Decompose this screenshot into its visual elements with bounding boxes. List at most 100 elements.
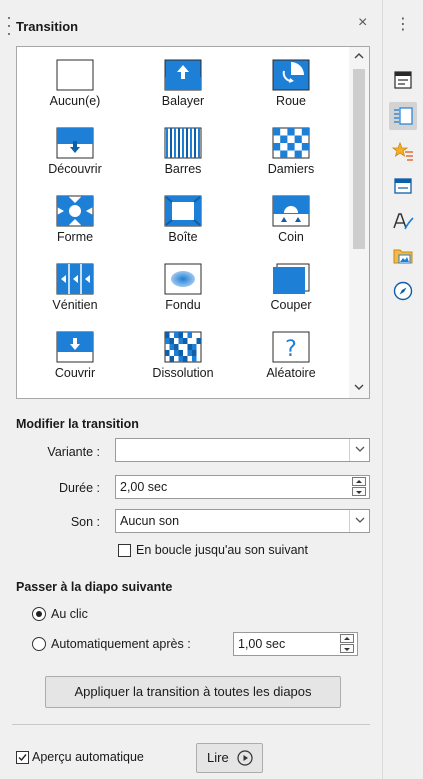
scroll-up-icon[interactable] [349, 47, 369, 67]
transition-tile[interactable]: Forme [21, 185, 129, 253]
transition-wedge-icon [272, 195, 310, 227]
auto-advance-value: 1,00 sec [238, 637, 286, 651]
play-label: Lire [207, 750, 229, 765]
gallery-scrollbar[interactable] [349, 47, 369, 398]
transition-tile[interactable]: Coin [237, 185, 345, 253]
sound-value: Aucun son [120, 514, 180, 528]
auto-preview-label: Aperçu automatique [32, 750, 144, 764]
transition-tile-partial[interactable] [129, 389, 237, 398]
increment-icon[interactable] [340, 634, 354, 643]
transition-tile[interactable]: Fondu [129, 253, 237, 321]
transition-none-icon [56, 59, 94, 91]
transition-tile-partial[interactable] [237, 389, 345, 398]
transition-tile[interactable]: Couvrir [21, 321, 129, 389]
transition-tile[interactable]: Dissolution [129, 321, 237, 389]
transition-venetian-icon [56, 263, 94, 295]
loop-label: En boucle jusqu'au son suivant [136, 543, 308, 557]
transition-cut-icon [272, 263, 310, 295]
transition-gallery: Aucun(e) Balayer Roue Découvrir Barres Damier… [16, 46, 370, 399]
duration-spinbox[interactable]: 2,00 sec [115, 475, 370, 499]
decrement-icon[interactable] [352, 487, 366, 496]
transition-tile-label: Roue [276, 94, 306, 108]
sound-select[interactable]: Aucun son [115, 509, 370, 533]
transition-tile-label: Aucun(e) [49, 94, 101, 108]
transition-bars-icon [164, 127, 202, 159]
auto-advance-label: Automatiquement après : [51, 637, 191, 651]
transition-tile-label: Vénitien [52, 298, 98, 312]
transition-tile-label: Barres [164, 162, 202, 176]
transition-wipe-icon [164, 59, 202, 91]
transition-fade-icon [164, 263, 202, 295]
transition-tile-label: Découvrir [48, 162, 102, 176]
more-options-icon[interactable]: ⋮ [383, 14, 423, 34]
play-button[interactable]: Lire [196, 743, 263, 773]
panel-title: Transition [16, 19, 79, 34]
transition-tile-label: Damiers [267, 162, 315, 176]
panel-titlebar: Transition × [0, 0, 382, 40]
transition-tile[interactable]: Roue [237, 49, 345, 117]
transition-random-icon: ? [272, 331, 310, 363]
transition-tile-label: Dissolution [152, 366, 214, 380]
chevron-down-icon[interactable] [349, 510, 369, 532]
duration-label: Durée : [59, 481, 100, 495]
transition-tile[interactable]: ? Aléatoire [237, 321, 345, 389]
properties-icon[interactable] [391, 68, 415, 92]
duration-spin-buttons[interactable] [352, 477, 368, 497]
transition-tile[interactable]: Barres [129, 117, 237, 185]
styles-icon[interactable] [391, 209, 415, 233]
variant-label: Variante : [47, 445, 100, 459]
sound-label: Son : [70, 515, 100, 529]
transition-tile[interactable]: Balayer [129, 49, 237, 117]
advance-slide-heading: Passer à la diapo suivante [16, 580, 173, 594]
checkmark-icon [18, 754, 27, 762]
variant-select[interactable] [115, 438, 370, 462]
loop-checkbox[interactable] [118, 544, 131, 557]
transition-tile-partial[interactable] [21, 389, 129, 398]
navigator-icon[interactable] [391, 279, 415, 303]
modify-transition-heading: Modifier la transition [16, 417, 139, 431]
footer-divider [12, 724, 370, 725]
duration-value: 2,00 sec [120, 480, 168, 494]
on-click-radio[interactable] [32, 607, 46, 621]
play-icon [237, 750, 253, 766]
gallery-icon[interactable] [391, 244, 415, 268]
slide-transition-icon[interactable] [389, 102, 417, 130]
close-icon[interactable]: × [358, 14, 367, 32]
increment-icon[interactable] [352, 477, 366, 486]
transition-box-icon [164, 195, 202, 227]
transition-tile-label: Coin [278, 230, 304, 244]
transition-tile-label: Fondu [165, 298, 201, 312]
transition-tile[interactable]: Aucun(e) [21, 49, 129, 117]
transition-tile-label: Forme [56, 230, 94, 244]
transition-tile[interactable]: Découvrir [21, 117, 129, 185]
transition-dissolve-icon [164, 331, 202, 363]
transition-checkers-icon [272, 127, 310, 159]
svg-text:?: ? [285, 337, 297, 362]
animation-icon[interactable] [391, 140, 415, 164]
drag-handle-icon[interactable] [8, 17, 11, 35]
decrement-icon[interactable] [340, 644, 354, 653]
transition-tile-label: Couvrir [54, 366, 96, 380]
auto-advance-spinbox[interactable]: 1,00 sec [233, 632, 358, 656]
transition-tile[interactable]: Boîte [129, 185, 237, 253]
transition-tile-label: Aléatoire [266, 366, 316, 380]
transition-cover-icon [56, 331, 94, 363]
transition-tile-label: Couper [270, 298, 312, 312]
auto-preview-checkbox[interactable] [16, 751, 29, 764]
transition-panel: Transition × Aucun(e) Balayer Roue Découvri… [0, 0, 382, 779]
transition-tile-label: Boîte [168, 230, 198, 244]
apply-to-all-button[interactable]: Appliquer la transition à toutes les dia… [45, 676, 341, 708]
auto-advance-radio[interactable] [32, 637, 46, 651]
transition-uncover-icon [56, 127, 94, 159]
transition-tile[interactable]: Damiers [237, 117, 345, 185]
sidebar-tabbar: ⋮ [383, 0, 423, 779]
auto-advance-spin-buttons[interactable] [340, 634, 356, 654]
scrollbar-thumb[interactable] [353, 69, 365, 249]
on-click-label: Au clic [51, 607, 88, 621]
transition-tile[interactable]: Couper [237, 253, 345, 321]
scroll-down-icon[interactable] [349, 378, 369, 398]
master-slides-icon[interactable] [391, 174, 415, 198]
transition-tile[interactable]: Vénitien [21, 253, 129, 321]
transition-tile-label: Balayer [161, 94, 205, 108]
chevron-down-icon[interactable] [349, 439, 369, 461]
